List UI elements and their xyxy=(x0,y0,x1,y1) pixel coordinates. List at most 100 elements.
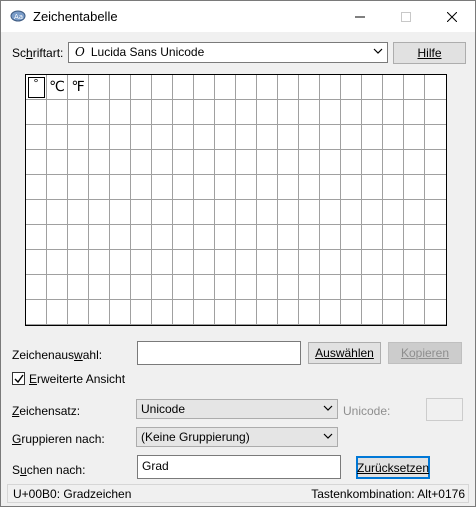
empty-char-cell[interactable] xyxy=(341,150,362,175)
empty-char-cell[interactable] xyxy=(425,100,446,125)
empty-char-cell[interactable] xyxy=(383,200,404,225)
empty-char-cell[interactable] xyxy=(236,75,257,100)
empty-char-cell[interactable] xyxy=(362,300,383,325)
empty-char-cell[interactable] xyxy=(404,175,425,200)
empty-char-cell[interactable] xyxy=(26,300,47,325)
empty-char-cell[interactable] xyxy=(257,100,278,125)
empty-char-cell[interactable] xyxy=(341,100,362,125)
empty-char-cell[interactable] xyxy=(299,75,320,100)
empty-char-cell[interactable] xyxy=(278,125,299,150)
empty-char-cell[interactable] xyxy=(131,75,152,100)
empty-char-cell[interactable] xyxy=(362,75,383,100)
empty-char-cell[interactable] xyxy=(341,75,362,100)
empty-char-cell[interactable] xyxy=(236,275,257,300)
empty-char-cell[interactable] xyxy=(68,250,89,275)
empty-char-cell[interactable] xyxy=(152,100,173,125)
empty-char-cell[interactable] xyxy=(131,225,152,250)
empty-char-cell[interactable] xyxy=(236,300,257,325)
empty-char-cell[interactable] xyxy=(299,100,320,125)
empty-char-cell[interactable] xyxy=(110,225,131,250)
empty-char-cell[interactable] xyxy=(299,275,320,300)
empty-char-cell[interactable] xyxy=(131,175,152,200)
empty-char-cell[interactable] xyxy=(173,75,194,100)
empty-char-cell[interactable] xyxy=(194,250,215,275)
minimize-button[interactable] xyxy=(337,1,383,32)
empty-char-cell[interactable] xyxy=(425,300,446,325)
empty-char-cell[interactable] xyxy=(236,150,257,175)
empty-char-cell[interactable] xyxy=(341,225,362,250)
empty-char-cell[interactable] xyxy=(383,175,404,200)
empty-char-cell[interactable] xyxy=(173,100,194,125)
empty-char-cell[interactable] xyxy=(425,275,446,300)
empty-char-cell[interactable] xyxy=(362,175,383,200)
empty-char-cell[interactable] xyxy=(362,125,383,150)
empty-char-cell[interactable] xyxy=(194,275,215,300)
empty-char-cell[interactable] xyxy=(362,275,383,300)
empty-char-cell[interactable] xyxy=(425,150,446,175)
empty-char-cell[interactable] xyxy=(131,300,152,325)
empty-char-cell[interactable] xyxy=(215,225,236,250)
empty-char-cell[interactable] xyxy=(404,250,425,275)
close-button[interactable] xyxy=(429,1,475,32)
copy-button[interactable]: Kopieren xyxy=(388,342,462,364)
selection-input[interactable] xyxy=(137,341,301,365)
empty-char-cell[interactable] xyxy=(362,250,383,275)
empty-char-cell[interactable] xyxy=(152,125,173,150)
empty-char-cell[interactable] xyxy=(320,100,341,125)
empty-char-cell[interactable] xyxy=(89,275,110,300)
empty-char-cell[interactable] xyxy=(89,225,110,250)
advanced-view-checkbox[interactable] xyxy=(12,372,25,385)
empty-char-cell[interactable] xyxy=(404,225,425,250)
empty-char-cell[interactable] xyxy=(278,100,299,125)
empty-char-cell[interactable] xyxy=(26,125,47,150)
empty-char-cell[interactable] xyxy=(320,225,341,250)
group-dropdown[interactable]: (Keine Gruppierung) xyxy=(136,427,338,447)
empty-char-cell[interactable] xyxy=(152,225,173,250)
empty-char-cell[interactable] xyxy=(425,175,446,200)
empty-char-cell[interactable] xyxy=(257,150,278,175)
empty-char-cell[interactable] xyxy=(68,300,89,325)
empty-char-cell[interactable] xyxy=(194,300,215,325)
empty-char-cell[interactable] xyxy=(320,275,341,300)
empty-char-cell[interactable] xyxy=(236,125,257,150)
char-cell[interactable]: ° xyxy=(26,75,47,100)
empty-char-cell[interactable] xyxy=(278,275,299,300)
empty-char-cell[interactable] xyxy=(68,150,89,175)
advanced-view-label[interactable]: Erweiterte Ansicht xyxy=(29,372,125,386)
empty-char-cell[interactable] xyxy=(89,300,110,325)
character-grid[interactable]: ° ℃ ℉ xyxy=(25,74,447,326)
empty-char-cell[interactable] xyxy=(26,225,47,250)
empty-char-cell[interactable] xyxy=(383,100,404,125)
empty-char-cell[interactable] xyxy=(425,250,446,275)
empty-char-cell[interactable] xyxy=(68,100,89,125)
title-bar[interactable]: Aa Zeichentabelle xyxy=(1,1,475,32)
empty-char-cell[interactable] xyxy=(257,175,278,200)
empty-char-cell[interactable] xyxy=(383,225,404,250)
charset-dropdown[interactable]: Unicode xyxy=(136,399,338,419)
empty-char-cell[interactable] xyxy=(236,100,257,125)
empty-char-cell[interactable] xyxy=(110,250,131,275)
empty-char-cell[interactable] xyxy=(215,150,236,175)
empty-char-cell[interactable] xyxy=(68,175,89,200)
empty-char-cell[interactable] xyxy=(299,150,320,175)
empty-char-cell[interactable] xyxy=(110,150,131,175)
empty-char-cell[interactable] xyxy=(278,75,299,100)
empty-char-cell[interactable] xyxy=(278,250,299,275)
empty-char-cell[interactable] xyxy=(404,125,425,150)
empty-char-cell[interactable] xyxy=(47,175,68,200)
empty-char-cell[interactable] xyxy=(320,150,341,175)
select-button[interactable]: Auswählen xyxy=(308,342,381,364)
empty-char-cell[interactable] xyxy=(257,300,278,325)
empty-char-cell[interactable] xyxy=(404,75,425,100)
empty-char-cell[interactable] xyxy=(152,175,173,200)
empty-char-cell[interactable] xyxy=(110,125,131,150)
empty-char-cell[interactable] xyxy=(110,300,131,325)
empty-char-cell[interactable] xyxy=(383,150,404,175)
empty-char-cell[interactable] xyxy=(68,275,89,300)
empty-char-cell[interactable] xyxy=(26,175,47,200)
char-cell[interactable]: ℃ xyxy=(47,75,68,100)
empty-char-cell[interactable] xyxy=(173,275,194,300)
empty-char-cell[interactable] xyxy=(131,125,152,150)
search-input[interactable]: Grad xyxy=(137,455,341,479)
empty-char-cell[interactable] xyxy=(152,150,173,175)
